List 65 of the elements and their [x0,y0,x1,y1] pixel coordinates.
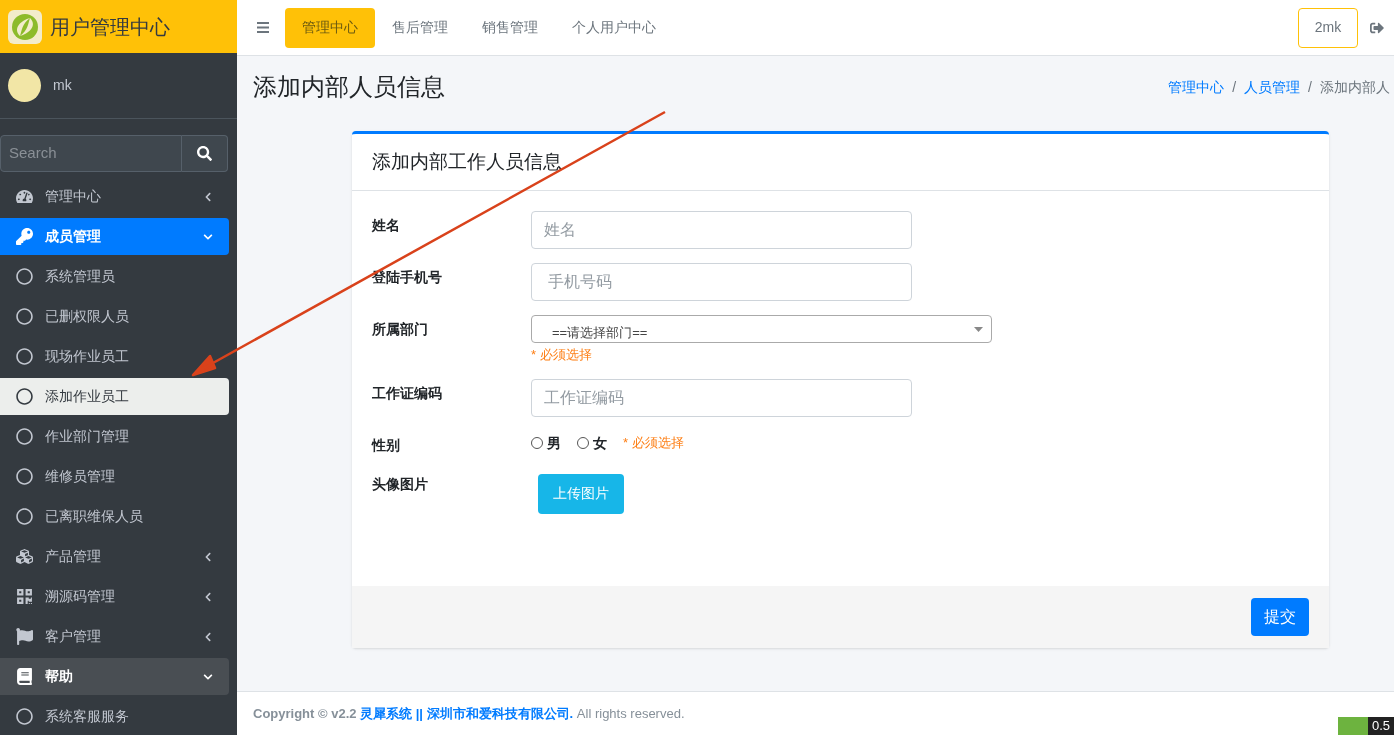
nav-item[interactable]: 维修员管理 [0,458,229,495]
caret-icon [203,551,213,562]
nav-item[interactable]: 系统管理员 [0,258,229,295]
breadcrumb-text: 添加内部人 [1320,77,1390,97]
logo-icon [8,9,42,44]
section-icon [16,588,33,605]
search-field[interactable]: Search [0,135,182,172]
nav-item[interactable]: 已删权限人员 [0,298,229,335]
radio-option[interactable]: 男 [531,432,561,454]
caret-icon [203,671,213,682]
nav-item[interactable]: 现场作业员工 [0,338,229,375]
field-label: 所属部门 [372,320,429,339]
widget-reading: 0.5 [1367,717,1394,735]
nav-section[interactable]: 产品管理 [0,538,229,575]
copyright-text: Copyright © v2.2 灵犀系统 || 深圳市和爱科技有限公司. All rights reserved. [253,704,685,723]
breadcrumb-link[interactable]: 管理中心 [1168,76,1225,98]
card-title: 添加内部工作人员信息 [372,149,562,174]
section-icon [16,228,33,245]
avatar-icon [8,69,41,103]
field-label: 头像图片 [372,474,429,494]
nav-section[interactable]: 客户管理 [0,618,229,655]
text-field[interactable]: 工作证编码 [531,378,912,417]
breadcrumb-text: / [1232,77,1237,97]
nav-section[interactable]: 溯源码管理 [0,578,229,615]
top-nav-tab[interactable]: 个人用户中心 [555,7,673,48]
required-note: * 必须选择 [623,434,684,453]
nav-section[interactable]: 帮助 [0,658,229,695]
field-label: 工作证编码 [372,383,443,403]
nav-item[interactable]: 作业部门管理 [0,418,229,455]
nav-item[interactable]: 系统客服服务 [0,698,229,735]
caret-icon [203,191,213,202]
menu-icon[interactable] [257,22,269,33]
account-button[interactable]: 2mk [1298,7,1358,48]
top-nav-tab[interactable]: 管理中心 [285,7,375,48]
breadcrumb-text: / [1308,77,1312,97]
section-icon [16,628,33,645]
brand-title: 用户管理中心 [50,14,170,40]
field-label: 性别 [372,435,401,455]
breadcrumb-link[interactable]: 人员管理 [1244,76,1301,98]
text-field[interactable]: 手机号码 [531,263,912,301]
user-name: mk [53,76,72,96]
caret-icon [203,231,213,242]
text-field[interactable]: 姓名 [531,211,912,249]
radio-option[interactable]: 女 [577,432,607,454]
section-icon [16,668,33,685]
nav-section[interactable]: 成员管理 [0,218,229,255]
field-label: 姓名 [372,216,401,235]
caret-icon [203,631,213,642]
speed-widget-icon [1337,717,1368,735]
caret-icon [203,591,213,602]
nav-item[interactable]: 添加作业员工 [0,378,229,415]
required-note: * 必须选择 [531,346,593,364]
top-nav-tab[interactable]: 售后管理 [375,7,465,48]
search-button[interactable] [182,135,228,172]
nav-section[interactable]: 管理中心 [0,178,229,215]
section-icon [16,188,33,205]
nav-item[interactable]: 已离职维保人员 [0,498,229,535]
search-icon [197,146,212,162]
department-select[interactable]: ==请选择部门== [531,315,992,343]
top-nav-tab[interactable]: 销售管理 [465,7,555,48]
submit-button[interactable]: 提交 [1251,598,1309,636]
dropdown-arrow-icon [974,326,983,332]
logout-icon[interactable] [1370,20,1384,35]
section-icon [16,548,33,565]
page-title: 添加内部人员信息 [253,72,445,102]
